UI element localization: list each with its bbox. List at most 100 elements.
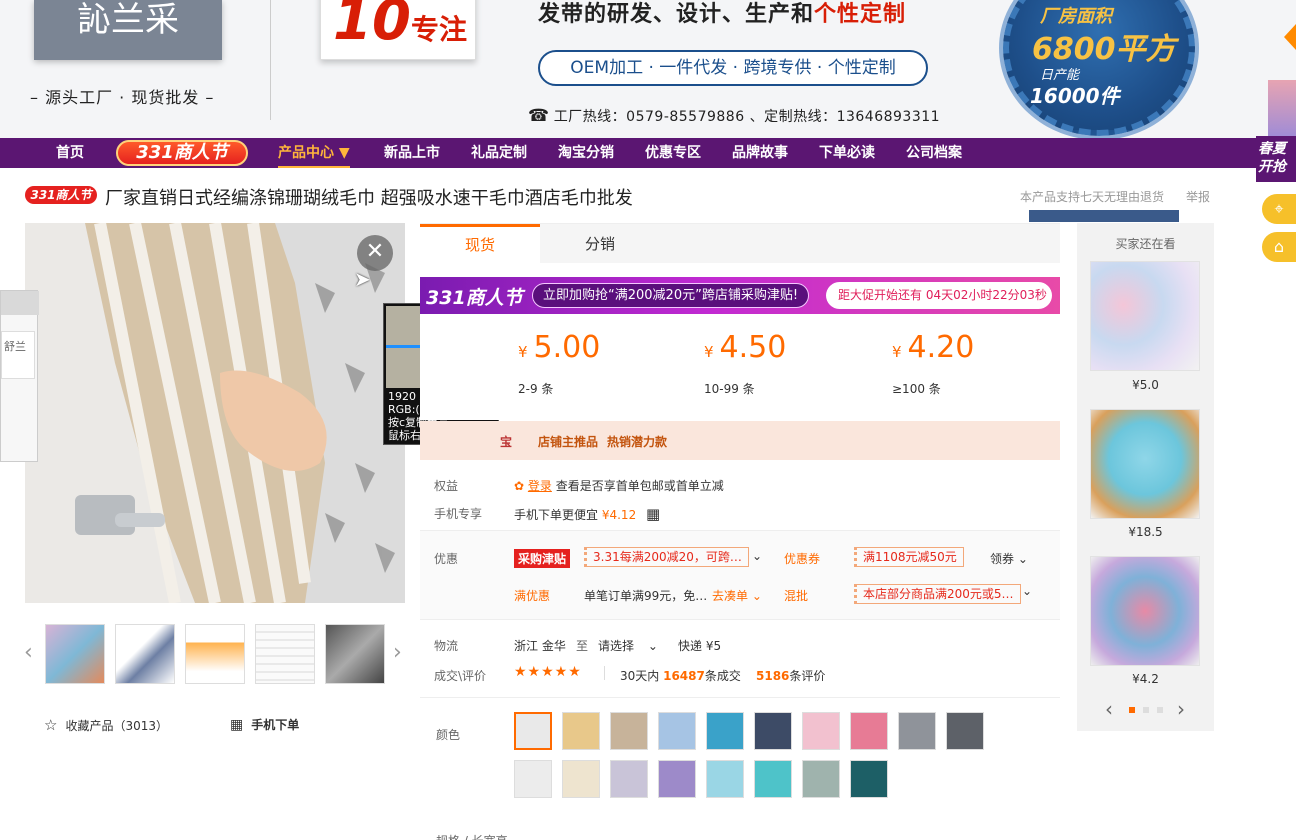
panel-card[interactable]: 舒兰	[1, 331, 35, 379]
login-link[interactable]: 登录	[528, 479, 552, 493]
ten-years-number: 10	[333, 0, 411, 53]
color-swatch-4[interactable]	[658, 712, 696, 750]
color-swatch-7[interactable]	[802, 712, 840, 750]
nav-home[interactable]: 首页	[56, 138, 84, 168]
also-viewed-image-2[interactable]	[1090, 409, 1200, 519]
deals-count-row: 30天内 16487条成交	[620, 667, 741, 684]
color-swatch-8[interactable]	[850, 712, 888, 750]
mixed-batch-box[interactable]: 本店部分商品满200元或5…	[854, 584, 1021, 604]
reviews-unit: 条评价	[789, 669, 826, 683]
color-swatch-1[interactable]	[514, 712, 552, 750]
tab-distribution[interactable]: 分销	[540, 224, 660, 264]
color-swatch-5[interactable]	[706, 712, 744, 750]
color-swatch-17[interactable]	[802, 760, 840, 798]
color-swatch-11[interactable]	[514, 760, 552, 798]
shopbar-hot[interactable]: 热销潜力款	[607, 433, 667, 450]
mixed-chevron-icon[interactable]: ⌄	[1022, 584, 1032, 598]
color-swatch-10[interactable]	[946, 712, 984, 750]
spec-label: 规格 / 长宽高	[436, 832, 508, 840]
qrcode-small-icon[interactable]: ▦	[646, 505, 660, 523]
promo-subsidy: 立即加购抢“满200减20元”跨店铺采购津贴!	[532, 283, 810, 308]
also-viewed-price-3[interactable]: ¥4.2	[1077, 672, 1214, 686]
color-swatch-15[interactable]	[706, 760, 744, 798]
promo-banner[interactable]: 331商人节 立即加购抢“满200减20元”跨店铺采购津贴! 距大促开始还有 0…	[420, 277, 1060, 314]
nav-331-badge[interactable]: 331商人节	[116, 140, 248, 166]
nav-new[interactable]: 新品上市	[384, 138, 440, 168]
nav-deals[interactable]: 优惠专区	[645, 138, 701, 168]
shopbar-recommend[interactable]: 店铺主推品	[538, 433, 598, 450]
thumb-4[interactable]	[255, 624, 315, 684]
nav-gift[interactable]: 礼品定制	[471, 138, 527, 168]
carousel-dot-active[interactable]	[1129, 707, 1135, 713]
thumb-3[interactable]	[185, 624, 245, 684]
claim-coupon-button[interactable]: 领券 ⌄	[990, 550, 1028, 567]
rights-row: ✿ 登录 查看是否享首单包邮或首单立减	[514, 477, 724, 494]
also-viewed-image-3[interactable]	[1090, 556, 1200, 666]
gift-icon: ✿	[514, 479, 525, 493]
destination-select[interactable]: 请选择 ⌄	[598, 637, 658, 654]
also-viewed-price-2[interactable]: ¥18.5	[1077, 525, 1214, 539]
nav-guide[interactable]: 下单必读	[819, 138, 875, 168]
favorite-label: 收藏产品（3013）	[65, 719, 168, 733]
color-swatch-14[interactable]	[658, 760, 696, 798]
color-swatch-13[interactable]	[610, 760, 648, 798]
also-viewed-title: 买家还在看	[1115, 237, 1176, 251]
color-swatch-9[interactable]	[898, 712, 936, 750]
shop-logo[interactable]: 訫兰采	[34, 0, 222, 60]
coupon-box[interactable]: 满1108元减50元	[854, 547, 964, 567]
promo-countdown: 距大促开始还有 04天02小时22分03秒	[826, 282, 1052, 309]
report-link[interactable]: 举报	[1186, 188, 1210, 205]
tab-spot[interactable]: 现货	[420, 224, 540, 264]
color-swatch-3[interactable]	[610, 712, 648, 750]
color-swatch-12[interactable]	[562, 760, 600, 798]
thumb-prev-icon[interactable]: ‹	[24, 640, 33, 665]
also-viewed-next-icon[interactable]: ›	[1177, 697, 1185, 721]
price-tiers: ¥5.00 2-9 条 ¥4.50 10-99 条 ¥4.20 ≥100 条	[420, 314, 1060, 420]
panel-header[interactable]	[1, 291, 39, 315]
nav-taobao[interactable]: 淘宝分销	[558, 138, 614, 168]
favorite-button[interactable]: ☆ 收藏产品（3013）	[44, 716, 168, 734]
thumb-next-icon[interactable]: ›	[393, 640, 402, 665]
rights-text: 查看是否享首单包邮或首单立减	[555, 479, 724, 493]
chevron-down-icon[interactable]: ⌄	[752, 549, 762, 563]
add-more-link[interactable]: 去凑单 ⌄	[712, 587, 762, 604]
shop-icon[interactable]: ⌂	[1262, 232, 1296, 262]
mobile-order-button[interactable]: ▦ 手机下单	[230, 716, 299, 733]
claim-coupon-label: 领券	[990, 552, 1015, 566]
add-more-label: 去凑单	[712, 589, 749, 603]
color-swatch-6[interactable]	[754, 712, 792, 750]
subsidy-coupon[interactable]: 3.31每满200减20，可跨…	[584, 547, 749, 567]
also-viewed-image-1[interactable]	[1090, 261, 1200, 371]
also-viewed-price-1[interactable]: ¥5.0	[1077, 378, 1214, 392]
thumb-5[interactable]	[325, 624, 385, 684]
rights-label: 权益	[434, 479, 459, 493]
left-float-panel[interactable]: 舒兰	[0, 290, 39, 462]
rating-stars-icon: ★★★★★	[514, 664, 582, 680]
full-discount-text: 单笔订单满99元，免…	[584, 589, 708, 603]
logistics-to: 至	[576, 639, 589, 653]
qty-tier-3: ≥100 条	[892, 382, 941, 396]
also-viewed-prev-icon[interactable]: ‹	[1105, 697, 1113, 721]
logistics-origin: 浙江 金华	[514, 639, 566, 653]
nav-archive[interactable]: 公司档案	[906, 138, 962, 168]
shop-recommend-bar: 宝 店铺主推品 热销潜力款	[420, 421, 1060, 460]
color-swatch-18[interactable]	[850, 760, 888, 798]
nav-brand[interactable]: 品牌故事	[732, 138, 788, 168]
color-swatch-2[interactable]	[562, 712, 600, 750]
carousel-dot[interactable]	[1157, 707, 1163, 713]
mobile-exclusive-text: 手机下单更便宜	[514, 508, 599, 522]
thumb-2[interactable]	[115, 624, 175, 684]
color-swatch-16[interactable]	[754, 760, 792, 798]
close-icon[interactable]: ✕	[357, 235, 393, 271]
logistics-label: 物流	[434, 639, 459, 653]
nav-products[interactable]: 产品中心 ▼	[278, 138, 350, 168]
reviews-link[interactable]: 5186条评价	[756, 667, 825, 684]
thumb-1[interactable]	[45, 624, 105, 684]
mobile-exclusive-label: 手机专享	[434, 507, 483, 521]
carousel-dot[interactable]	[1143, 707, 1149, 713]
main-product-image[interactable]	[25, 223, 405, 603]
qty-tier-2: 10-99 条	[704, 382, 755, 396]
full-discount-label: 满优惠	[514, 589, 551, 603]
location-icon[interactable]: ⌖	[1262, 194, 1296, 224]
spring-banner[interactable]: 春夏 开抢	[1256, 136, 1296, 182]
